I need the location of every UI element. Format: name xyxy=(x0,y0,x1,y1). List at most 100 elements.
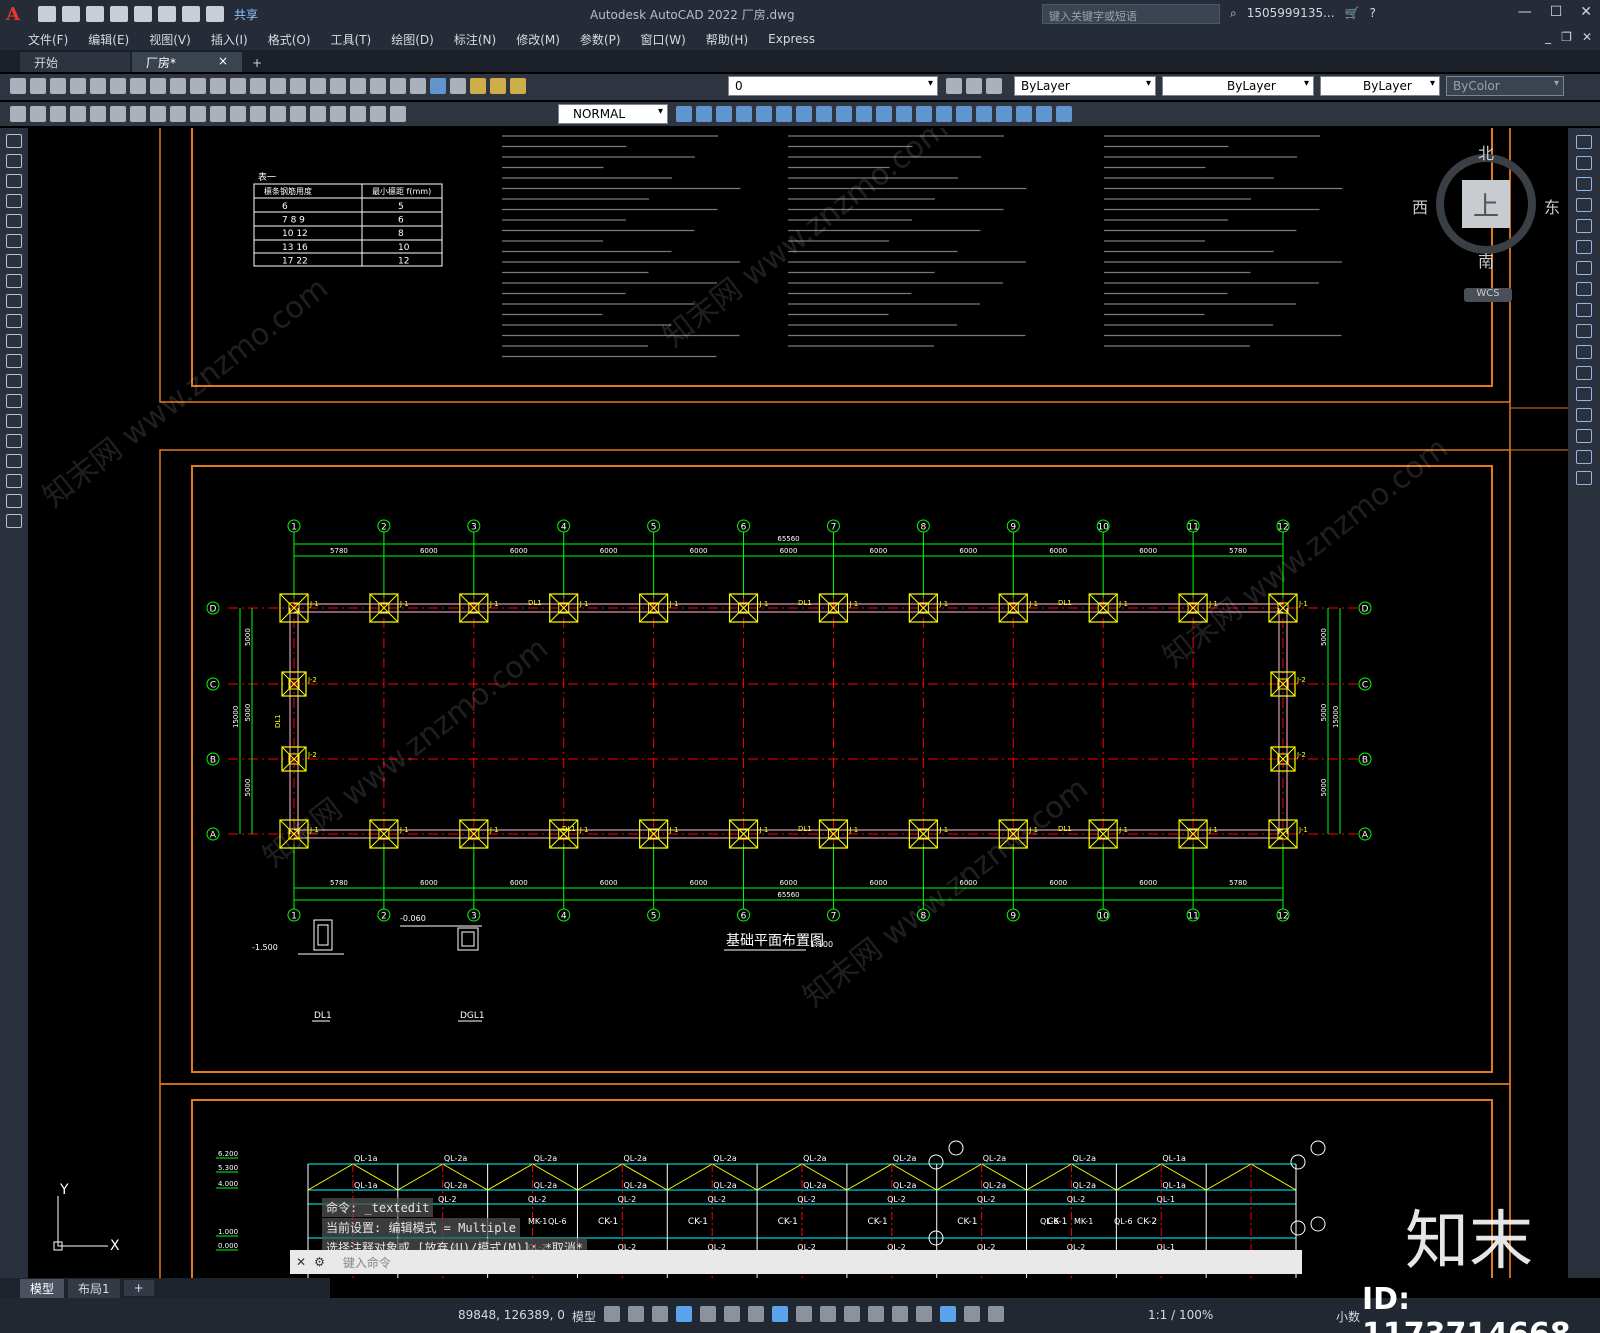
send-back-icon[interactable] xyxy=(716,106,732,122)
minimize-icon[interactable]: — xyxy=(1518,4,1532,20)
lineweight-dropdown[interactable]: ByLayer xyxy=(1320,76,1440,96)
search-icon[interactable]: ⌕ xyxy=(1230,6,1237,21)
menu-dimension[interactable]: 标注(N) xyxy=(444,31,506,48)
tab-layout1[interactable]: 布局1 xyxy=(68,1278,120,1298)
print-icon[interactable] xyxy=(70,78,86,94)
explode-icon[interactable] xyxy=(1056,106,1072,122)
menu-insert[interactable]: 插入(I) xyxy=(201,31,258,48)
layer-previous-icon[interactable] xyxy=(966,78,982,94)
add-layout-button[interactable]: + xyxy=(123,1280,154,1296)
compass-south[interactable]: 南 xyxy=(1478,248,1494,272)
stretch-icon[interactable] xyxy=(916,106,932,122)
new-icon[interactable] xyxy=(10,78,26,94)
join-icon[interactable] xyxy=(996,106,1012,122)
region-icon[interactable] xyxy=(6,454,22,468)
compass-west[interactable]: 西 xyxy=(1412,194,1428,218)
array-icon[interactable] xyxy=(836,106,852,122)
array-side-icon[interactable] xyxy=(1576,219,1592,233)
save-icon[interactable] xyxy=(50,78,66,94)
ellipse-arc-icon[interactable] xyxy=(6,334,22,348)
ortho-icon[interactable] xyxy=(676,1306,692,1322)
snap-icon[interactable] xyxy=(628,1306,644,1322)
move-icon[interactable] xyxy=(856,106,872,122)
tab-start[interactable]: 开始 xyxy=(20,52,130,72)
sheet-set-icon[interactable] xyxy=(370,78,386,94)
polygon-icon[interactable] xyxy=(6,194,22,208)
help-icon[interactable] xyxy=(430,78,446,94)
copy-side-icon[interactable] xyxy=(1576,156,1592,170)
layer-lock-icon[interactable] xyxy=(510,78,526,94)
close-icon[interactable]: ✕ xyxy=(1580,4,1592,20)
plotstyle-dropdown[interactable]: ByColor xyxy=(1446,76,1564,96)
line-icon[interactable] xyxy=(6,134,22,148)
table-icon[interactable] xyxy=(6,474,22,488)
make-block-icon[interactable] xyxy=(6,374,22,388)
autocad-logo-icon[interactable]: A xyxy=(0,1,26,27)
text-front-icon[interactable] xyxy=(736,106,752,122)
customize-command-icon[interactable]: ⚙ xyxy=(314,1255,325,1269)
annotation-scale[interactable]: 1:1 / 100% xyxy=(1148,1308,1213,1322)
doc-close-icon[interactable]: ✕ xyxy=(1582,30,1592,44)
blend-side-icon[interactable] xyxy=(1576,450,1592,464)
dim-text-edit-icon[interactable] xyxy=(370,106,386,122)
share-button[interactable]: 共享 xyxy=(234,6,258,23)
lineweight-icon[interactable] xyxy=(796,1306,812,1322)
ellipse-icon[interactable] xyxy=(6,314,22,328)
web-mobile-icon[interactable] xyxy=(134,6,152,22)
grid-icon[interactable] xyxy=(604,1306,620,1322)
rotate-side-icon[interactable] xyxy=(1576,261,1592,275)
command-input[interactable]: 键入命令 xyxy=(343,1254,391,1271)
command-input-bar[interactable]: ✕ ⚙ 键入命令 xyxy=(290,1250,1302,1274)
layer-dropdown[interactable]: 0 xyxy=(728,76,938,96)
preview-icon[interactable] xyxy=(90,78,106,94)
move-side-icon[interactable] xyxy=(1576,240,1592,254)
compass-north[interactable]: 北 xyxy=(1478,140,1494,164)
offset-icon[interactable] xyxy=(816,106,832,122)
trim-icon[interactable] xyxy=(936,106,952,122)
copy-icon[interactable] xyxy=(150,78,166,94)
dim-diameter-icon[interactable] xyxy=(130,106,146,122)
wcs-menu-button[interactable]: WCS xyxy=(1464,288,1512,302)
trim-side-icon[interactable] xyxy=(1576,324,1592,338)
match-properties-icon[interactable] xyxy=(190,78,206,94)
layer-bulb-icon[interactable] xyxy=(470,78,486,94)
open-file-icon[interactable] xyxy=(62,6,80,22)
selection-filter-icon[interactable] xyxy=(916,1306,932,1322)
menu-view[interactable]: 视图(V) xyxy=(139,31,201,48)
viewcube-top-face[interactable]: 上 xyxy=(1462,180,1510,228)
stretch-side-icon[interactable] xyxy=(1576,303,1592,317)
dim-space-icon[interactable] xyxy=(230,106,246,122)
redo-icon[interactable] xyxy=(206,6,224,22)
color-dropdown[interactable]: ByLayer xyxy=(1014,76,1156,96)
construction-line-icon[interactable] xyxy=(6,154,22,168)
chamfer-icon[interactable] xyxy=(1016,106,1032,122)
insert-block-icon[interactable] xyxy=(6,354,22,368)
break-icon[interactable] xyxy=(976,106,992,122)
bring-front-icon[interactable] xyxy=(696,106,712,122)
layer-sun-icon[interactable] xyxy=(490,78,506,94)
plot-icon[interactable] xyxy=(158,6,176,22)
dim-angular-icon[interactable] xyxy=(150,106,166,122)
pan-icon[interactable] xyxy=(250,78,266,94)
copy-object-icon[interactable] xyxy=(776,106,792,122)
gizmo-icon[interactable] xyxy=(940,1306,956,1322)
cart-icon[interactable]: 🛒 xyxy=(1345,6,1360,21)
tab-drawing[interactable]: 厂房* × xyxy=(132,52,242,72)
scale-side-icon[interactable] xyxy=(1576,282,1592,296)
doc-restore-icon[interactable]: ❐ xyxy=(1561,30,1572,44)
rectangle-icon[interactable] xyxy=(6,214,22,228)
mirror-icon[interactable] xyxy=(796,106,812,122)
break-side-icon[interactable] xyxy=(1576,366,1592,380)
layer-state-icon[interactable] xyxy=(986,78,1002,94)
tool-palettes-icon[interactable] xyxy=(350,78,366,94)
arc-icon[interactable] xyxy=(6,234,22,248)
hatch-icon[interactable] xyxy=(6,414,22,428)
model-space-button[interactable]: 模型 xyxy=(572,1308,596,1325)
tolerance-icon[interactable] xyxy=(270,106,286,122)
selection-cycling-icon[interactable] xyxy=(844,1306,860,1322)
save-icon[interactable] xyxy=(86,6,104,22)
dim-baseline-icon[interactable] xyxy=(190,106,206,122)
maximize-icon[interactable]: ☐ xyxy=(1550,4,1563,20)
menu-help[interactable]: 帮助(H) xyxy=(696,31,758,48)
coordinates-readout[interactable]: 89848, 126389, 0 xyxy=(458,1308,565,1322)
